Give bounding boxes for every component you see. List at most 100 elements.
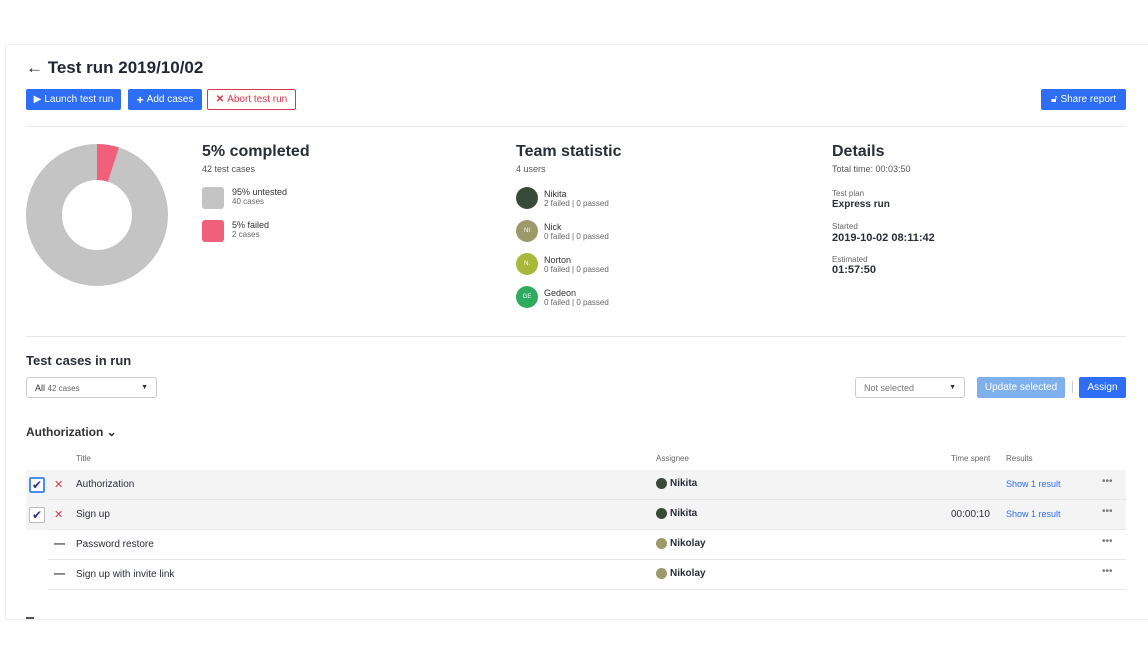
untested-swatch	[202, 187, 224, 209]
assign-button[interactable]: Assign	[1079, 377, 1126, 398]
plan-label: Test plan	[832, 189, 864, 198]
plan-value: Express run	[832, 199, 890, 210]
more-icon[interactable]: •••	[1102, 506, 1113, 517]
team-user: Nikita2 failed | 0 passed	[516, 187, 609, 209]
legend-label: 5% failed	[232, 220, 269, 230]
page-title: ← Test run 2019/10/02	[26, 58, 203, 78]
assignee-name: Nikita	[670, 508, 697, 519]
team-subtitle: 4 users	[516, 164, 546, 174]
avatar: NI	[516, 220, 538, 242]
avatar	[656, 508, 667, 519]
share-report-button[interactable]: 🔓︎Share report	[1041, 89, 1126, 110]
update-selected-button[interactable]: Update selected	[977, 377, 1065, 398]
legend-count: 40 cases	[232, 197, 287, 206]
filter-value: All	[35, 383, 45, 393]
divider	[26, 336, 1126, 337]
table-row[interactable]: — Sign up with invite link Nikolay •••	[26, 560, 1126, 590]
case-assignee: Nikita	[656, 478, 697, 489]
more-icon[interactable]: •••	[1102, 566, 1113, 577]
share-icon: 🔓︎	[1051, 94, 1057, 105]
play-icon: ▶	[34, 94, 42, 105]
avatar	[656, 568, 667, 579]
case-assignee: Nikolay	[656, 568, 706, 579]
avatar	[656, 538, 667, 549]
case-title[interactable]: Sign up with invite link	[76, 569, 174, 580]
team-user: GEGedeon0 failed | 0 passed	[516, 286, 609, 308]
user-stats: 0 failed | 0 passed	[544, 232, 609, 241]
title-text: Test run 2019/10/02	[48, 58, 204, 77]
case-title[interactable]: Password restore	[76, 539, 154, 550]
more-icon[interactable]: •••	[1102, 536, 1113, 547]
x-icon: ✕	[216, 94, 224, 105]
legend-count: 2 cases	[232, 230, 269, 239]
untested-icon: —	[54, 568, 65, 580]
launch-label: Launch test run	[44, 94, 113, 105]
plus-icon: +	[137, 93, 144, 107]
failed-icon: ✕	[54, 478, 63, 491]
share-label: Share report	[1060, 94, 1116, 105]
assignee-name: Nikolay	[670, 568, 706, 579]
case-title[interactable]: Authorization	[76, 479, 134, 490]
user-stats: 0 failed | 0 passed	[544, 298, 609, 307]
add-cases-button[interactable]: +Add cases	[128, 89, 202, 110]
avatar: GE	[516, 286, 538, 308]
estimated-value: 01:57:50	[832, 264, 876, 276]
time-spent: 00:00:10	[951, 509, 990, 520]
started-label: Started	[832, 222, 858, 231]
case-assignee: Nikolay	[656, 538, 706, 549]
show-result-link[interactable]: Show 1 result	[1006, 509, 1061, 519]
add-label: Add cases	[147, 94, 194, 105]
assignee-select-value: Not selected	[864, 383, 914, 393]
details-title: Details	[832, 143, 884, 161]
case-assignee: Nikita	[656, 508, 697, 519]
case-title[interactable]: Sign up	[76, 509, 110, 520]
filter-select[interactable]: All 42 cases ▼	[26, 377, 157, 398]
separator	[1072, 381, 1073, 393]
col-results: Results	[1006, 454, 1033, 463]
group-label: Authorization	[26, 425, 103, 439]
table-row[interactable]: — Password restore Nikolay •••	[26, 530, 1126, 560]
user-stats: 0 failed | 0 passed	[544, 265, 609, 274]
filter-count: 42 cases	[48, 384, 80, 393]
col-title: Title	[76, 454, 91, 463]
caret-down-icon: ▼	[141, 384, 148, 391]
launch-test-run-button[interactable]: ▶Launch test run	[26, 89, 121, 110]
user-name: Nikita	[544, 189, 609, 199]
group-authorization[interactable]: Authorization ⌄	[26, 425, 117, 439]
avatar: N.	[516, 253, 538, 275]
user-name: Norton	[544, 255, 609, 265]
estimated-label: Estimated	[832, 255, 868, 264]
team-user: N. Norton0 failed | 0 passed	[516, 253, 609, 275]
user-name: Nick	[544, 222, 609, 232]
table-row[interactable]: ✔ ✕ Sign up Nikita 00:00:10 Show 1 resul…	[26, 500, 1126, 530]
progress-donut	[26, 144, 168, 286]
update-label: Update selected	[985, 382, 1057, 393]
assignee-name: Nikolay	[670, 538, 706, 549]
back-arrow-icon[interactable]: ←	[26, 58, 48, 77]
abort-label: Abort test run	[227, 94, 287, 105]
untested-icon: —	[54, 538, 65, 550]
team-user: NI Nick0 failed | 0 passed	[516, 220, 609, 242]
more-icon[interactable]: •••	[1102, 476, 1113, 487]
row-checkbox[interactable]: ✔	[29, 477, 45, 493]
failed-icon: ✕	[54, 508, 63, 521]
assignee-name: Nikita	[670, 478, 697, 489]
progress-subtitle: 42 test cases	[202, 164, 255, 174]
started-value: 2019-10-02 08:11:42	[832, 232, 935, 244]
table-row[interactable]: ✔ ✕ Authorization Nikita Show 1 result •…	[26, 470, 1126, 500]
assignee-select[interactable]: Not selected ▼	[855, 377, 965, 398]
caret-down-icon: ▼	[949, 384, 956, 391]
abort-test-run-button[interactable]: ✕Abort test run	[207, 89, 296, 110]
chevron-down-icon: ⌄	[107, 425, 117, 439]
assign-label: Assign	[1087, 382, 1117, 393]
legend-untested: 95% untested40 cases	[202, 187, 287, 209]
row-checkbox[interactable]: ✔	[29, 507, 45, 523]
divider	[26, 126, 1126, 127]
team-title: Team statistic	[516, 143, 622, 161]
row-divider	[48, 589, 1126, 590]
avatar	[516, 187, 538, 209]
total-time: Total time: 00:03:50	[832, 164, 911, 174]
user-stats: 2 failed | 0 passed	[544, 199, 609, 208]
avatar	[656, 478, 667, 489]
show-result-link[interactable]: Show 1 result	[1006, 479, 1061, 489]
